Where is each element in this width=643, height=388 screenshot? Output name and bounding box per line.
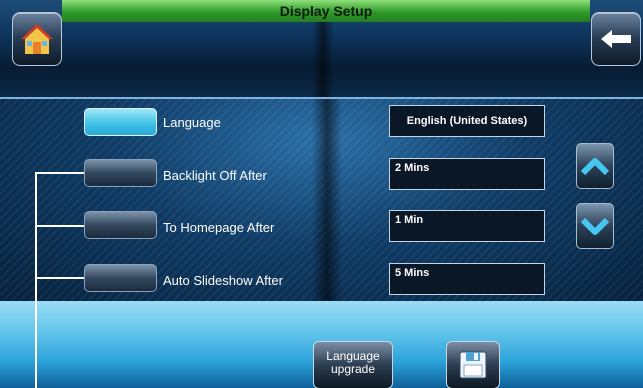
language-value[interactable]: English (United States)	[389, 105, 545, 137]
panel-divider	[312, 99, 342, 303]
homepage-select-button[interactable]	[84, 211, 157, 239]
header: Display Setup	[0, 0, 643, 97]
tree-connector-branch	[35, 277, 84, 279]
settings-panel: Language English (United States) Backlig…	[0, 97, 643, 303]
backlight-label: Backlight Off After	[163, 168, 267, 183]
backlight-select-button[interactable]	[84, 159, 157, 187]
back-arrow-icon	[601, 30, 631, 48]
scroll-down-button[interactable]	[576, 203, 614, 249]
slideshow-value[interactable]: 5 Mins	[389, 263, 545, 295]
header-divider	[312, 22, 334, 97]
backlight-value[interactable]: 2 Mins	[389, 158, 545, 190]
tree-connector-branch	[35, 225, 84, 227]
tree-connector-branch	[35, 172, 84, 174]
display-setup-screen: Display Setup Language English (United S…	[0, 0, 643, 388]
homepage-value[interactable]: 1 Min	[389, 210, 545, 242]
chevron-up-icon	[580, 158, 610, 176]
page-title: Display Setup	[62, 0, 590, 22]
footer: Language upgrade	[0, 301, 643, 388]
language-label: Language	[163, 115, 221, 130]
home-icon	[21, 24, 53, 54]
tree-connector-vertical	[35, 172, 37, 388]
language-select-button[interactable]	[84, 108, 157, 136]
slideshow-label: Auto Slideshow After	[163, 273, 283, 288]
scroll-up-button[interactable]	[576, 143, 614, 189]
floppy-disk-icon	[459, 351, 487, 379]
chevron-down-icon	[580, 217, 610, 235]
homepage-label: To Homepage After	[163, 220, 275, 235]
back-button[interactable]	[591, 12, 641, 66]
slideshow-select-button[interactable]	[84, 264, 157, 292]
language-upgrade-button[interactable]: Language upgrade	[313, 341, 393, 388]
home-button[interactable]	[12, 12, 62, 66]
save-button[interactable]	[446, 341, 500, 388]
